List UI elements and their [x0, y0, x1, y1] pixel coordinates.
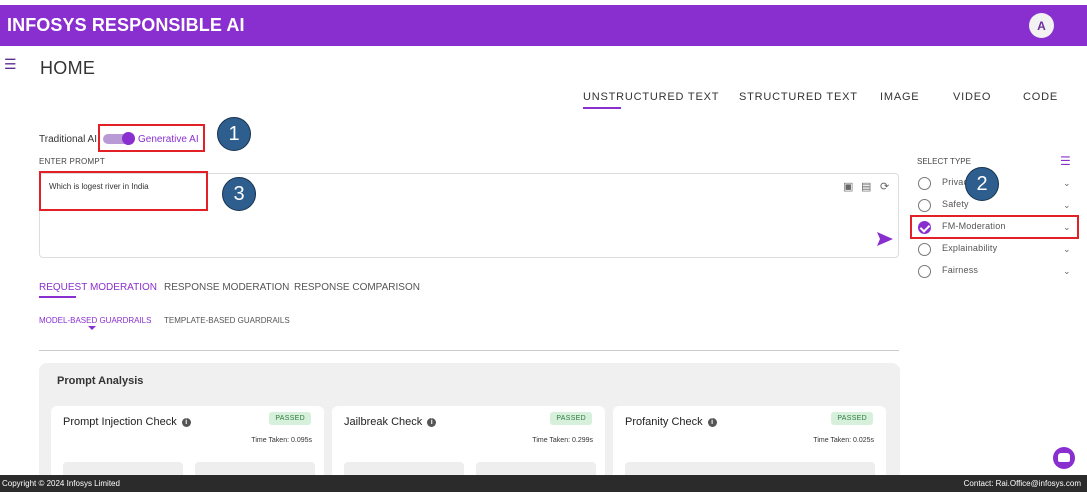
tab-request-moderation[interactable]: REQUEST MODERATION: [39, 282, 157, 293]
active-tab-indicator: [583, 107, 621, 109]
traditional-ai-label: Traditional AI: [39, 133, 97, 145]
chevron-down-icon[interactable]: ⌄: [1063, 178, 1071, 189]
tab-structured-text[interactable]: STRUCTURED TEXT: [739, 91, 858, 103]
status-badge: PASSED: [831, 412, 873, 425]
app-title: INFOSYS RESPONSIBLE AI: [7, 15, 245, 35]
radio-icon[interactable]: [918, 199, 931, 212]
page-title: HOME: [40, 58, 96, 78]
type-option-label: Fairness: [942, 265, 979, 275]
translate-icon[interactable]: ▤: [861, 180, 871, 193]
tab-code[interactable]: CODE: [1023, 91, 1058, 103]
type-option-label: Explainability: [942, 243, 998, 253]
annotation-box-fm-moderation: [910, 215, 1079, 239]
contact-text[interactable]: Contact: Rai.Office@infosys.com: [964, 479, 1081, 488]
type-option-safety[interactable]: Safety ⌄: [917, 197, 1077, 213]
chevron-down-icon[interactable]: ⌄: [1063, 244, 1071, 255]
tab-image[interactable]: IMAGE: [880, 91, 919, 103]
tab-response-moderation[interactable]: RESPONSE MODERATION: [164, 282, 289, 293]
check-card-jailbreak: Jailbreak Check i PASSED Time Taken: 0.29…: [332, 406, 605, 486]
input-type-tabs: UNSTRUCTURED TEXT STRUCTURED TEXT IMAGE …: [0, 91, 1087, 115]
tab-model-based-guardrails[interactable]: MODEL-BASED GUARDRAILS: [39, 316, 151, 325]
annotation-box-prompt: [39, 171, 208, 211]
tab-unstructured-text[interactable]: UNSTRUCTURED TEXT: [583, 91, 719, 103]
prompt-analysis-title: Prompt Analysis: [57, 375, 144, 387]
check-name: Profanity Check: [625, 416, 703, 428]
radio-icon[interactable]: [918, 265, 931, 278]
send-icon[interactable]: [877, 232, 893, 246]
type-option-fairness[interactable]: Fairness ⌄: [917, 263, 1077, 279]
select-type-label: SELECT TYPE: [917, 157, 971, 166]
tab-video[interactable]: VIDEO: [953, 91, 991, 103]
check-name: Jailbreak Check: [344, 416, 423, 428]
app-header: INFOSYS RESPONSIBLE AI A: [0, 5, 1087, 46]
chevron-down-icon[interactable]: ⌄: [1063, 266, 1071, 277]
copyright-text: Copyright © 2024 Infosys Limited: [2, 479, 120, 488]
chevron-down-icon[interactable]: ⌄: [1063, 200, 1071, 211]
section-divider: [39, 350, 899, 351]
info-icon[interactable]: i: [707, 417, 717, 427]
time-taken: Time Taken: 0.299s: [532, 437, 593, 444]
callout-2: 2: [965, 167, 999, 201]
status-badge: PASSED: [269, 412, 311, 425]
tab-response-comparison[interactable]: RESPONSE COMPARISON: [294, 282, 420, 293]
refresh-icon[interactable]: ⟳: [880, 180, 889, 193]
info-icon[interactable]: i: [427, 417, 437, 427]
footer: Copyright © 2024 Infosys Limited Contact…: [0, 475, 1087, 492]
check-title: Profanity Check i: [625, 416, 717, 428]
active-moderation-tab-indicator: [39, 296, 76, 298]
menu-icon[interactable]: ☰: [4, 57, 18, 71]
time-taken: Time Taken: 0.095s: [251, 437, 312, 444]
check-title: Prompt Injection Check i: [63, 416, 191, 428]
filter-icon[interactable]: ☰: [1060, 154, 1071, 168]
type-option-explainability[interactable]: Explainability ⌄: [917, 241, 1077, 257]
check-title: Jailbreak Check i: [344, 416, 437, 428]
callout-3: 3: [222, 177, 256, 211]
check-name: Prompt Injection Check: [63, 416, 177, 428]
radio-icon[interactable]: [918, 177, 931, 190]
prompt-label: ENTER PROMPT: [39, 157, 105, 166]
callout-1: 1: [217, 117, 251, 151]
status-badge: PASSED: [550, 412, 592, 425]
user-avatar[interactable]: A: [1029, 13, 1054, 38]
annotation-box-toggle: [98, 124, 205, 152]
chatbot-icon[interactable]: [1053, 447, 1075, 469]
check-card-prompt-injection: Prompt Injection Check i PASSED Time Take…: [51, 406, 324, 486]
type-option-label: Safety: [942, 199, 969, 209]
info-icon[interactable]: i: [181, 417, 191, 427]
radio-icon[interactable]: [918, 243, 931, 256]
image-upload-icon[interactable]: ▣: [843, 180, 853, 193]
time-taken: Time Taken: 0.025s: [813, 437, 874, 444]
tab-template-based-guardrails[interactable]: TEMPLATE-BASED GUARDRAILS: [164, 316, 290, 325]
check-card-profanity: Profanity Check i PASSED Time Taken: 0.02…: [613, 406, 886, 486]
active-subtab-caret: [88, 326, 96, 330]
